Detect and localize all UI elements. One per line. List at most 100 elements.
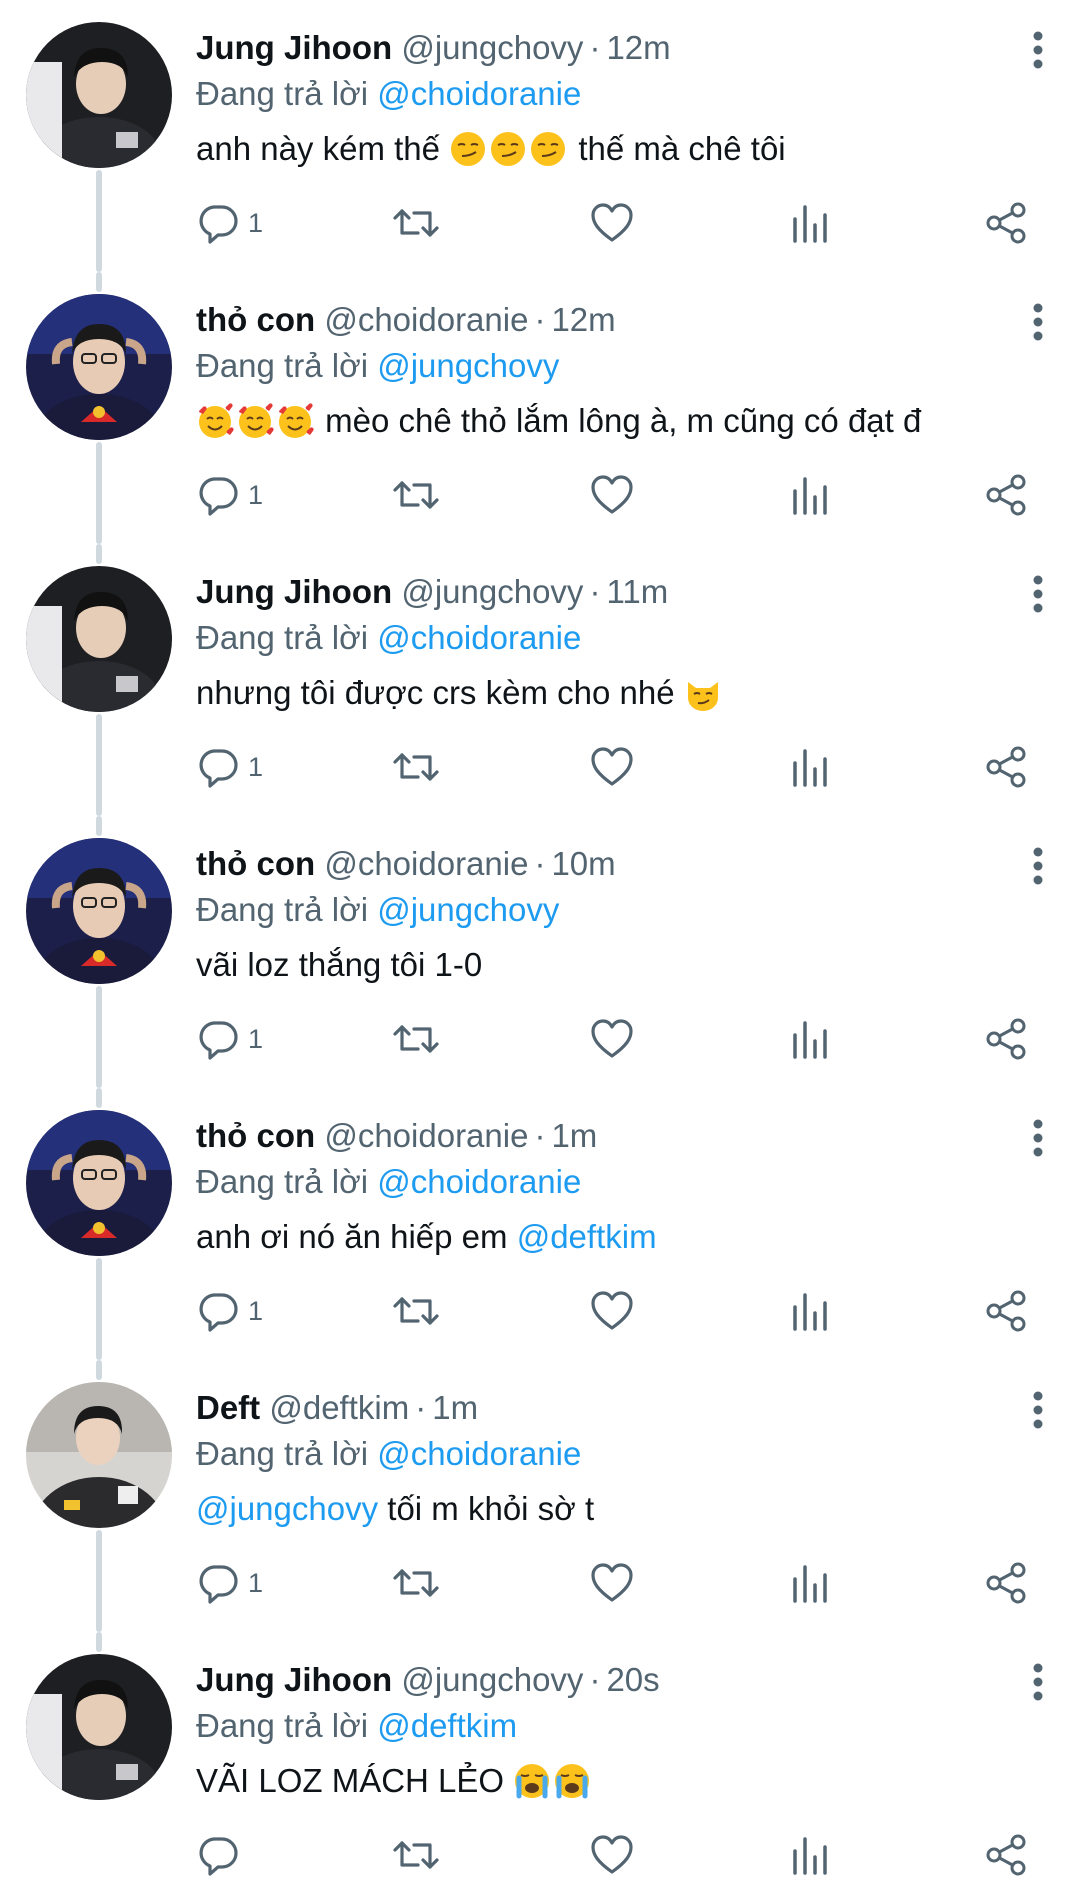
replying-to-mention[interactable]: @deftkim — [377, 1707, 517, 1744]
display-name[interactable]: thỏ con — [196, 845, 315, 882]
more-icon[interactable] — [1018, 1660, 1058, 1704]
views-button[interactable] — [790, 198, 830, 248]
reply-button[interactable]: 1 — [196, 1286, 263, 1336]
like-button[interactable] — [590, 1014, 634, 1064]
like-icon — [591, 475, 633, 514]
share-button[interactable] — [984, 1014, 1028, 1064]
action-bar — [0, 1830, 1080, 1880]
more-icon[interactable] — [1018, 300, 1058, 344]
avatar[interactable] — [26, 566, 172, 712]
handle[interactable]: @choidoranie — [324, 845, 528, 882]
replying-to-mention[interactable]: @jungchovy — [377, 891, 559, 928]
inline-mention[interactable]: @jungchovy — [196, 1490, 378, 1527]
share-button[interactable] — [984, 1558, 1028, 1608]
avatar[interactable] — [26, 1382, 172, 1528]
thread-connector-line — [96, 544, 102, 564]
avatar[interactable] — [26, 294, 172, 440]
like-button[interactable] — [590, 470, 634, 520]
display-name[interactable]: Jung Jihoon — [196, 1661, 392, 1698]
handle[interactable]: @jungchovy — [401, 573, 583, 610]
avatar[interactable] — [26, 1110, 172, 1256]
replying-to-mention[interactable]: @choidoranie — [377, 1163, 581, 1200]
retweet-button[interactable] — [392, 742, 440, 792]
reply-button[interactable]: 1 — [196, 470, 263, 520]
replying-to-label: Đang trả lời — [196, 1163, 369, 1200]
tweet[interactable]: Jung Jihoon @jungchovy · 20s Đang trả lời … — [0, 1632, 1080, 1904]
reply-button[interactable]: 1 — [196, 1558, 263, 1608]
like-button[interactable] — [590, 198, 634, 248]
tweet[interactable]: Deft @deftkim · 1m Đang trả lời @choidoran… — [0, 1360, 1080, 1632]
avatar-jungchovy-image — [26, 22, 172, 168]
share-button[interactable] — [984, 1830, 1028, 1880]
like-button[interactable] — [590, 1830, 634, 1880]
timestamp[interactable]: 20s — [606, 1661, 659, 1698]
views-button[interactable] — [790, 1286, 830, 1336]
replying-to-mention[interactable]: @choidoranie — [377, 619, 581, 656]
views-icon — [793, 205, 827, 243]
handle[interactable]: @jungchovy — [401, 1661, 583, 1698]
reply-button[interactable] — [196, 1830, 248, 1880]
tweet[interactable]: thỏ con @choidoranie · 12m Đang trả lời @j… — [0, 272, 1080, 544]
more-icon[interactable] — [1018, 844, 1058, 888]
share-button[interactable] — [984, 470, 1028, 520]
like-button[interactable] — [590, 1286, 634, 1336]
replying-to: Đang trả lời @choidoranie — [196, 616, 581, 660]
retweet-button[interactable] — [392, 198, 440, 248]
reply-button[interactable]: 1 — [196, 742, 263, 792]
timestamp[interactable]: 1m — [551, 1117, 597, 1154]
share-button[interactable] — [984, 742, 1028, 792]
display-name[interactable]: Deft — [196, 1389, 260, 1426]
retweet-button[interactable] — [392, 1014, 440, 1064]
retweet-button[interactable] — [392, 1558, 440, 1608]
tweet[interactable]: thỏ con @choidoranie · 10m Đang trả lời @j… — [0, 816, 1080, 1088]
retweet-button[interactable] — [392, 470, 440, 520]
more-icon[interactable] — [1018, 1116, 1058, 1160]
replying-to-mention[interactable]: @choidoranie — [377, 75, 581, 112]
tweet[interactable]: thỏ con @choidoranie · 1m Đang trả lời @ch… — [0, 1088, 1080, 1360]
more-icon[interactable] — [1018, 28, 1058, 72]
views-button[interactable] — [790, 1558, 830, 1608]
avatar[interactable] — [26, 838, 172, 984]
reply-button[interactable]: 1 — [196, 1014, 263, 1064]
avatar[interactable] — [26, 1654, 172, 1800]
handle[interactable]: @deftkim — [269, 1389, 409, 1426]
timestamp[interactable]: 11m — [606, 573, 668, 610]
handle[interactable]: @jungchovy — [401, 29, 583, 66]
timestamp[interactable]: 12m — [606, 29, 670, 66]
like-button[interactable] — [590, 742, 634, 792]
reply-button[interactable]: 1 — [196, 198, 263, 248]
timestamp[interactable]: 12m — [551, 301, 615, 338]
views-button[interactable] — [790, 1830, 830, 1880]
inline-mention[interactable]: @deftkim — [517, 1218, 657, 1255]
timestamp[interactable]: 1m — [432, 1389, 478, 1426]
views-button[interactable] — [790, 1014, 830, 1064]
handle[interactable]: @choidoranie — [324, 1117, 528, 1154]
thread-connector-line — [96, 816, 102, 836]
like-button[interactable] — [590, 1558, 634, 1608]
separator-dot: · — [534, 1117, 546, 1154]
reply-count: 1 — [248, 1023, 264, 1054]
tweet-text-part: thế mà chê tôi — [578, 130, 786, 167]
more-icon[interactable] — [1018, 1388, 1058, 1432]
share-button[interactable] — [984, 1286, 1028, 1336]
views-button[interactable] — [790, 742, 830, 792]
display-name[interactable]: thỏ con — [196, 1117, 315, 1154]
replying-to-mention[interactable]: @choidoranie — [377, 1435, 581, 1472]
views-button[interactable] — [790, 470, 830, 520]
more-icon[interactable] — [1018, 572, 1058, 616]
share-button[interactable] — [984, 198, 1028, 248]
reply-icon — [199, 1837, 238, 1876]
timestamp[interactable]: 10m — [551, 845, 615, 882]
display-name[interactable]: Jung Jihoon — [196, 573, 392, 610]
handle[interactable]: @choidoranie — [324, 301, 528, 338]
smirking-cat-emoji — [687, 682, 718, 711]
replying-to-mention[interactable]: @jungchovy — [377, 347, 559, 384]
tweet[interactable]: Jung Jihoon @jungchovy · 11m Đang trả lời … — [0, 544, 1080, 816]
display-name[interactable]: thỏ con — [196, 301, 315, 338]
tweet[interactable]: Jung Jihoon @jungchovy · 12m Đang trả lời … — [0, 0, 1080, 272]
avatar[interactable] — [26, 22, 172, 168]
retweet-button[interactable] — [392, 1830, 440, 1880]
separator-dot: · — [589, 1661, 601, 1698]
display-name[interactable]: Jung Jihoon — [196, 29, 392, 66]
retweet-button[interactable] — [392, 1286, 440, 1336]
